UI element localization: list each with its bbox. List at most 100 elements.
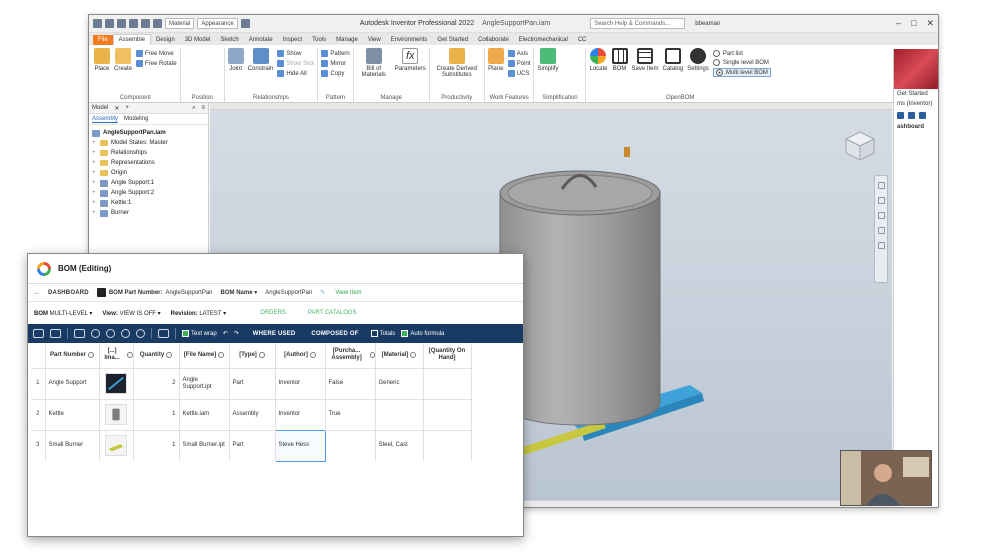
tab-assemble[interactable]: Assemble bbox=[112, 34, 152, 45]
zoom-icon[interactable] bbox=[877, 212, 885, 219]
col-header-material[interactable]: [Material] bbox=[375, 343, 424, 368]
free-rotate-button[interactable]: Free Rotate bbox=[136, 60, 177, 67]
cell-file-name[interactable]: Small Burner.ipt bbox=[179, 429, 230, 461]
col-header-quantity-on-hand[interactable]: [Quantity On Hand] bbox=[423, 343, 472, 368]
doc-icon[interactable] bbox=[897, 112, 904, 119]
table-row[interactable]: 3 Small Burner 1 Small Burner.ipt Part S… bbox=[31, 429, 472, 462]
group-label-productivity[interactable]: Productivity bbox=[433, 95, 481, 102]
composed-of-button[interactable]: COMPOSED OF bbox=[311, 331, 358, 337]
hide-all-button[interactable]: Hide All bbox=[277, 70, 314, 77]
help-search-input[interactable]: Search Help & Commands... bbox=[590, 18, 686, 29]
tree-item[interactable]: + Burner bbox=[92, 208, 205, 218]
cell-type[interactable]: Assembly bbox=[229, 398, 276, 430]
tab-tools[interactable]: Tools bbox=[307, 35, 331, 45]
revision-dropdown[interactable]: Revision: LATEST ▾ bbox=[171, 310, 227, 317]
show-sick-button[interactable]: Show Sick bbox=[277, 60, 314, 67]
copy-button[interactable]: Copy bbox=[321, 70, 349, 77]
undo-icon[interactable] bbox=[129, 19, 138, 28]
openbom-save-item-button[interactable]: Save Item bbox=[632, 48, 659, 72]
tab-view[interactable]: View bbox=[363, 35, 386, 45]
appearance-dropdown[interactable]: Appearance bbox=[197, 18, 238, 29]
user-name[interactable]: bbeaman bbox=[695, 21, 720, 27]
cell-type[interactable]: Part bbox=[229, 429, 276, 461]
cell-author-editing[interactable]: Steve Hess bbox=[274, 429, 326, 462]
close-icon[interactable]: ✕ bbox=[926, 18, 934, 29]
tree-item[interactable]: + Model States: Master bbox=[92, 138, 205, 148]
cell-material[interactable]: Steel, Cast bbox=[375, 429, 424, 461]
cell-file-name[interactable]: Angle Support.ipt bbox=[179, 367, 230, 399]
tree-item[interactable]: + Representations bbox=[92, 158, 205, 168]
cell-material[interactable]: Generic bbox=[375, 367, 424, 399]
cell-quantity-on-hand[interactable] bbox=[423, 367, 472, 399]
create-derived-substitutes-button[interactable]: Create Derived Substitutes bbox=[433, 48, 481, 78]
bom-type-dropdown[interactable]: BOM MULTI-LEVEL ▾ bbox=[34, 310, 92, 317]
cell-quantity-on-hand[interactable] bbox=[423, 398, 472, 430]
orbit-icon[interactable] bbox=[877, 227, 885, 234]
minimize-icon[interactable]: – bbox=[896, 18, 901, 29]
tab-environments[interactable]: Environments bbox=[386, 35, 433, 45]
formula-icon[interactable] bbox=[240, 19, 250, 28]
material-dropdown[interactable]: Material bbox=[165, 18, 195, 29]
openbom-locate-button[interactable]: Locate bbox=[589, 48, 608, 72]
look-at-icon[interactable] bbox=[877, 242, 885, 249]
col-header-quantity[interactable]: Quantity bbox=[133, 343, 180, 368]
free-move-button[interactable]: Free Move bbox=[136, 50, 177, 57]
new-icon[interactable] bbox=[93, 19, 102, 28]
text-wrap-checkbox[interactable]: Text wrap bbox=[182, 330, 217, 337]
group-label-simplification[interactable]: Simplification bbox=[537, 95, 582, 102]
tab-manage[interactable]: Manage bbox=[331, 35, 363, 45]
table-row[interactable]: 1 Angle Support 2 Angle Support.ipt Part… bbox=[31, 367, 472, 399]
pattern-button[interactable]: Pattern bbox=[321, 50, 350, 57]
sync-circle-icon[interactable] bbox=[136, 329, 145, 338]
cell-quantity[interactable]: 1 bbox=[133, 398, 180, 430]
chevron-down-icon[interactable]: ▾ bbox=[254, 290, 257, 296]
viewcube-icon[interactable] bbox=[843, 129, 877, 163]
radio-multi-level[interactable]: Multi level BOM bbox=[712, 68, 771, 77]
tab-assembly[interactable]: Assembly bbox=[92, 116, 119, 123]
tab-get-started[interactable]: Get Started bbox=[432, 35, 473, 45]
tree-item[interactable]: + Angle Support:2 bbox=[92, 188, 205, 198]
bill-of-materials-button[interactable]: Bill of Materials bbox=[357, 48, 391, 78]
cell-author[interactable]: Inventor bbox=[275, 398, 326, 430]
cell-quantity[interactable]: 2 bbox=[133, 367, 180, 399]
trash-icon[interactable] bbox=[908, 112, 915, 119]
cell-part-number[interactable]: Small Burner bbox=[45, 429, 100, 461]
cell-author[interactable]: Inventor bbox=[275, 367, 326, 399]
add-row-icon[interactable] bbox=[50, 329, 61, 338]
cell-quantity[interactable]: 1 bbox=[133, 429, 180, 461]
col-header-file-name[interactable]: [File Name] bbox=[179, 343, 230, 368]
group-label-pattern[interactable]: Pattern bbox=[321, 95, 349, 102]
col-header-image[interactable]: [...] Ima... bbox=[99, 343, 134, 368]
view-item-link[interactable]: View Item bbox=[335, 290, 361, 296]
col-header-author[interactable]: [Author] bbox=[275, 343, 326, 368]
tab-collaborate[interactable]: Collaborate bbox=[473, 35, 514, 45]
column-menu-icon[interactable] bbox=[258, 352, 265, 359]
cell-type[interactable]: Part bbox=[229, 367, 276, 399]
part-catalogs-link[interactable]: PART CATALOGS bbox=[308, 310, 357, 316]
steering-wheel-icon[interactable] bbox=[877, 182, 885, 189]
insert-column-icon[interactable] bbox=[74, 329, 85, 338]
column-menu-icon[interactable] bbox=[166, 352, 173, 359]
column-menu-icon[interactable] bbox=[88, 352, 94, 359]
tab-sketch[interactable]: Sketch bbox=[215, 35, 243, 45]
column-menu-icon[interactable] bbox=[126, 352, 133, 359]
auto-formula-checkbox[interactable]: Auto formula bbox=[401, 330, 444, 337]
cell-part-number[interactable]: Angle Support bbox=[45, 367, 100, 399]
tree-item[interactable]: + Relationships bbox=[92, 148, 205, 158]
group-label-manage[interactable]: Manage bbox=[357, 95, 426, 102]
tab-3d-model[interactable]: 3D Model bbox=[180, 35, 216, 45]
dashboard-dropdown[interactable]: ashboard bbox=[894, 122, 938, 132]
parameters-button[interactable]: fx Parameters bbox=[395, 48, 426, 72]
pan-icon[interactable] bbox=[877, 197, 885, 204]
column-menu-icon[interactable] bbox=[218, 352, 225, 359]
restore-icon[interactable]: □ bbox=[911, 18, 916, 29]
add-circle-icon[interactable] bbox=[91, 329, 100, 338]
cell-file-name[interactable]: Kettle.iam bbox=[179, 398, 230, 430]
openbom-catalog-button[interactable]: Catalog bbox=[663, 48, 683, 72]
group-label-component[interactable]: Component bbox=[94, 95, 177, 102]
tab-electromechanical[interactable]: Electromechanical bbox=[514, 35, 573, 45]
column-menu-icon[interactable] bbox=[369, 352, 375, 359]
remove-circle-icon[interactable] bbox=[106, 329, 115, 338]
table-row[interactable]: 2 Kettle 1 Kettle.iam Assembly Inventor … bbox=[31, 398, 472, 430]
place-button[interactable]: Place bbox=[94, 48, 110, 72]
